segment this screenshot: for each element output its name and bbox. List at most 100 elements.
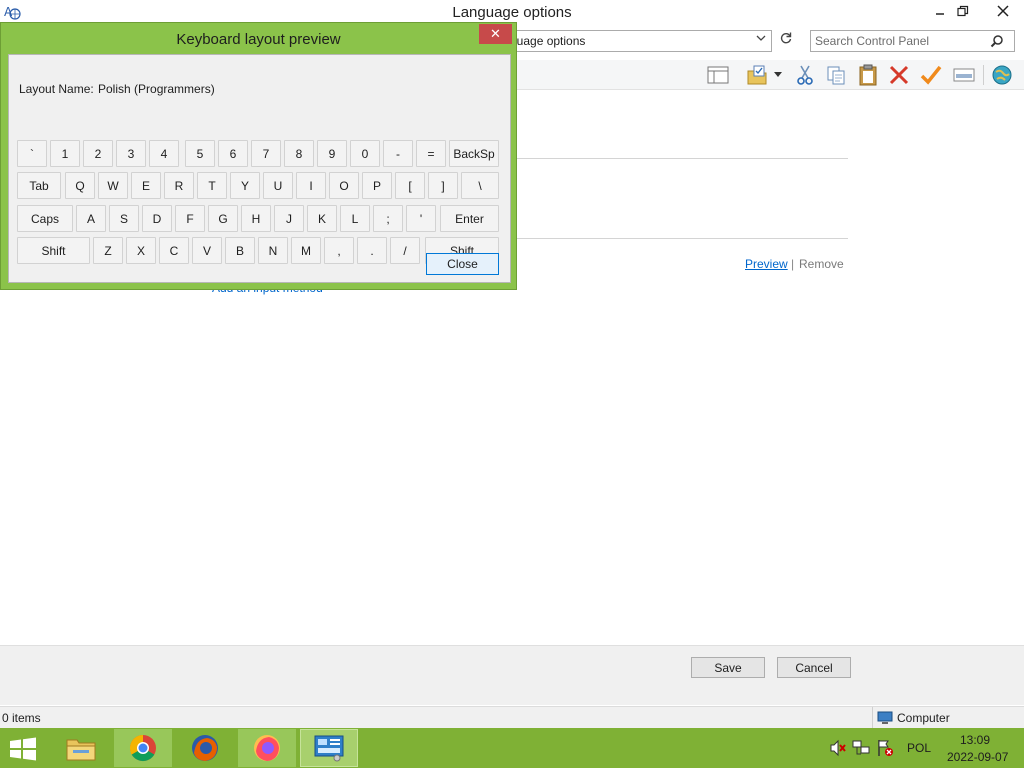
cancel-button[interactable]: Cancel <box>777 657 851 678</box>
key-0-12[interactable]: = <box>416 140 446 167</box>
address-bar[interactable]: guage options <box>505 30 772 52</box>
properties-button[interactable] <box>951 63 977 87</box>
section-divider <box>510 158 848 159</box>
key-2-8[interactable]: K <box>307 205 337 232</box>
dialog-title: Keyboard layout preview <box>176 31 341 48</box>
key-3-6[interactable]: N <box>258 237 288 264</box>
key-1-3[interactable]: E <box>131 172 161 199</box>
dialog-close-x-button[interactable]: ✕ <box>479 24 512 44</box>
key-1-12[interactable]: ] <box>428 172 458 199</box>
refresh-button[interactable] <box>775 31 797 53</box>
folder-check-icon <box>747 65 767 85</box>
key-3-7[interactable]: M <box>291 237 321 264</box>
paste-button[interactable] <box>855 63 881 87</box>
scissors-icon <box>797 65 813 85</box>
network-icon[interactable] <box>852 739 870 757</box>
cut-button[interactable] <box>792 63 818 87</box>
control-panel-task[interactable] <box>300 729 358 767</box>
key-3-1[interactable]: Z <box>93 237 123 264</box>
key-1-9[interactable]: O <box>329 172 359 199</box>
search-input[interactable] <box>810 30 1015 52</box>
key-2-0[interactable]: Caps <box>17 205 73 232</box>
key-0-9[interactable]: 9 <box>317 140 347 167</box>
key-2-3[interactable]: D <box>142 205 172 232</box>
preview-link[interactable]: Preview <box>745 257 788 271</box>
key-3-3[interactable]: C <box>159 237 189 264</box>
key-0-13[interactable]: BackSp <box>449 140 499 167</box>
file-explorer-task[interactable] <box>52 729 110 767</box>
key-2-11[interactable]: ' <box>406 205 436 232</box>
key-1-5[interactable]: T <box>197 172 227 199</box>
close-button[interactable]: Close <box>426 253 499 275</box>
delete-x-icon <box>889 65 909 85</box>
remove-link[interactable]: Remove <box>799 257 844 271</box>
key-1-13[interactable]: \ <box>461 172 499 199</box>
key-1-0[interactable]: Tab <box>17 172 61 199</box>
key-2-10[interactable]: ; <box>373 205 403 232</box>
key-3-4[interactable]: V <box>192 237 222 264</box>
key-0-8[interactable]: 8 <box>284 140 314 167</box>
close-icon: ✕ <box>490 26 501 41</box>
address-dropdown-button[interactable] <box>754 34 768 46</box>
key-1-2[interactable]: W <box>98 172 128 199</box>
key-3-5[interactable]: B <box>225 237 255 264</box>
firefox-task[interactable] <box>176 729 234 767</box>
item-count: 0 items <box>2 711 41 725</box>
folder-options-dropdown[interactable] <box>770 63 786 87</box>
key-3-0[interactable]: Shift <box>17 237 90 264</box>
key-2-4[interactable]: F <box>175 205 205 232</box>
key-0-6[interactable]: 6 <box>218 140 248 167</box>
key-0-7[interactable]: 7 <box>251 140 281 167</box>
save-button[interactable]: Save <box>691 657 765 678</box>
key-3-10[interactable]: / <box>390 237 420 264</box>
key-0-4[interactable]: 4 <box>149 140 179 167</box>
key-1-4[interactable]: R <box>164 172 194 199</box>
clock-time[interactable]: 13:09 <box>960 733 990 747</box>
key-0-11[interactable]: - <box>383 140 413 167</box>
key-3-9[interactable]: . <box>357 237 387 264</box>
clock-date[interactable]: 2022-09-07 <box>947 750 1008 764</box>
folder-options-button[interactable] <box>744 63 770 87</box>
key-2-2[interactable]: S <box>109 205 139 232</box>
globe-button[interactable] <box>989 63 1015 87</box>
restore-icon <box>957 5 969 17</box>
chrome-task[interactable] <box>114 729 172 767</box>
key-2-1[interactable]: A <box>76 205 106 232</box>
key-0-2[interactable]: 2 <box>83 140 113 167</box>
firefox-dev-task[interactable] <box>238 729 296 767</box>
minimize-icon <box>936 13 944 15</box>
key-1-8[interactable]: I <box>296 172 326 199</box>
action-center-flag-icon[interactable] <box>876 739 894 757</box>
key-2-7[interactable]: J <box>274 205 304 232</box>
key-0-1[interactable]: 1 <box>50 140 80 167</box>
key-2-6[interactable]: H <box>241 205 271 232</box>
restore-button[interactable] <box>948 0 978 22</box>
search-icon[interactable] <box>990 34 1004 48</box>
key-0-3[interactable]: 3 <box>116 140 146 167</box>
key-2-12[interactable]: Enter <box>440 205 499 232</box>
delete-button[interactable] <box>886 63 912 87</box>
key-2-5[interactable]: G <box>208 205 238 232</box>
key-0-10[interactable]: 0 <box>350 140 380 167</box>
key-0-5[interactable]: 5 <box>185 140 215 167</box>
key-1-10[interactable]: P <box>362 172 392 199</box>
layout-pane-button[interactable] <box>705 63 731 87</box>
key-3-2[interactable]: X <box>126 237 156 264</box>
apply-button[interactable] <box>918 63 944 87</box>
speaker-muted-icon[interactable] <box>829 739 847 757</box>
windows-start-icon[interactable] <box>8 737 38 761</box>
key-1-1[interactable]: Q <box>65 172 95 199</box>
language-indicator[interactable]: POL <box>907 741 931 755</box>
key-1-11[interactable]: [ <box>395 172 425 199</box>
copy-button[interactable] <box>823 63 849 87</box>
key-3-8[interactable]: , <box>324 237 354 264</box>
key-2-9[interactable]: L <box>340 205 370 232</box>
globe-icon <box>992 65 1012 85</box>
key-0-0[interactable]: ` <box>17 140 47 167</box>
key-1-7[interactable]: U <box>263 172 293 199</box>
window-close-button[interactable] <box>982 0 1024 22</box>
layout-name-value: Polish (Programmers) <box>98 82 215 96</box>
keyboard-preview-dialog: Keyboard layout preview ✕ Layout Name: P… <box>0 22 517 290</box>
key-1-6[interactable]: Y <box>230 172 260 199</box>
refresh-icon <box>780 32 792 44</box>
